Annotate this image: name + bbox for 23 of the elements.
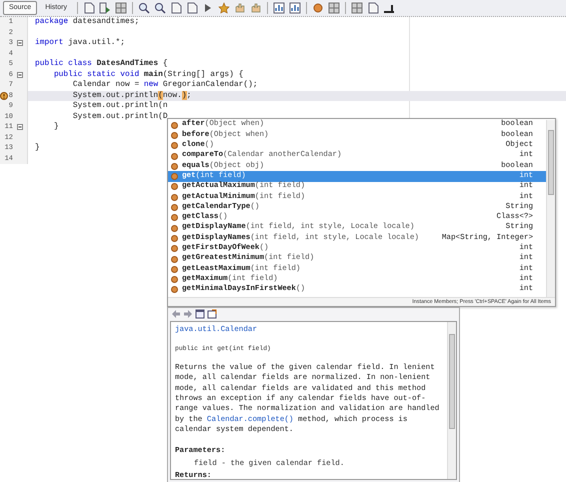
hint-icon[interactable] bbox=[0, 92, 8, 100]
page-icon[interactable] bbox=[186, 2, 198, 14]
hand-icon[interactable] bbox=[234, 2, 246, 14]
search-icon[interactable] bbox=[138, 2, 150, 14]
page-icon[interactable] bbox=[82, 2, 95, 14]
fold-icon[interactable] bbox=[17, 40, 23, 46]
star-icon[interactable] bbox=[218, 2, 230, 14]
circle-icon[interactable] bbox=[312, 2, 324, 14]
chart-icon[interactable] bbox=[288, 2, 301, 14]
grid-icon[interactable] bbox=[350, 2, 363, 14]
window-icon[interactable] bbox=[195, 309, 205, 319]
page-icon[interactable] bbox=[170, 2, 182, 14]
grid-icon[interactable] bbox=[328, 2, 340, 14]
chart-icon[interactable] bbox=[272, 2, 285, 14]
fold-icon[interactable] bbox=[17, 124, 23, 130]
line-icon[interactable] bbox=[382, 2, 395, 14]
hand-icon[interactable] bbox=[250, 2, 262, 14]
search-icon[interactable] bbox=[154, 2, 166, 14]
grid-icon[interactable] bbox=[114, 2, 127, 14]
page-arrow-icon[interactable] bbox=[98, 2, 111, 14]
browser-icon[interactable] bbox=[207, 309, 217, 319]
page-icon[interactable] bbox=[366, 2, 379, 14]
fold-icon[interactable] bbox=[17, 72, 23, 78]
